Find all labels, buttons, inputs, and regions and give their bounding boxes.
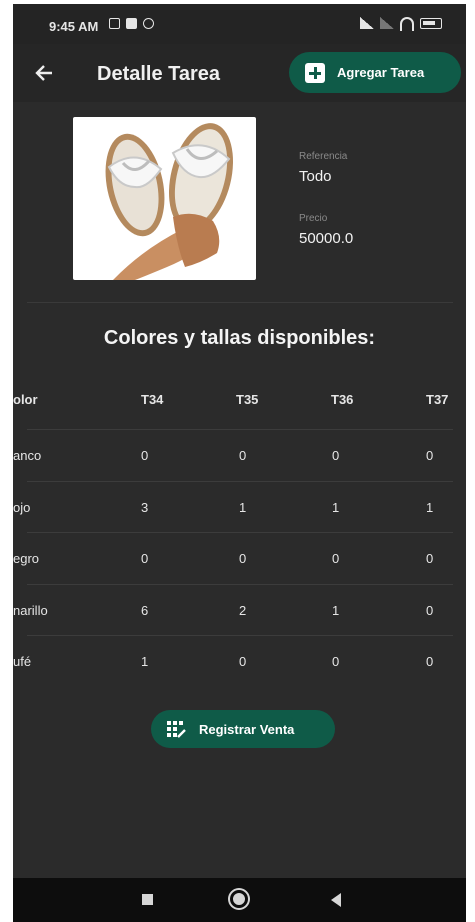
cell-t36: 0 bbox=[332, 448, 340, 463]
cell-t34: 0 bbox=[141, 448, 149, 463]
cell-t34: 0 bbox=[141, 551, 149, 566]
cell-t35: 0 bbox=[239, 654, 247, 669]
table-row: egro 0 0 0 0 bbox=[13, 533, 466, 584]
cell-t36: 1 bbox=[332, 500, 340, 515]
home-icon[interactable] bbox=[230, 890, 248, 908]
cell-t34: 3 bbox=[141, 500, 149, 515]
section-title: Colores y tallas disponibles: bbox=[103, 327, 376, 349]
status-time: 9:45 AM bbox=[49, 19, 99, 34]
alarm-icon bbox=[109, 18, 120, 29]
app-bar: Detalle Tarea Agregar Tarea bbox=[13, 44, 466, 102]
add-box-icon bbox=[305, 62, 325, 83]
reference-value: Todo bbox=[299, 168, 332, 185]
header-t35: T35 bbox=[236, 392, 259, 407]
price-value: 50000.0 bbox=[299, 230, 354, 247]
table-row: ufé 1 0 0 0 bbox=[13, 636, 466, 687]
register-sale-button[interactable]: Registrar Venta bbox=[151, 710, 335, 748]
cell-t37: 0 bbox=[426, 603, 434, 618]
row-color: narillo bbox=[13, 603, 48, 618]
price-label: Precio bbox=[299, 213, 328, 224]
table-row: narillo 6 2 1 0 bbox=[13, 585, 466, 636]
product-image bbox=[73, 117, 256, 280]
cell-t35: 2 bbox=[239, 603, 247, 618]
table-header-row: olor T34 T35 T36 T37 bbox=[13, 374, 466, 425]
system-icons bbox=[360, 17, 442, 31]
header-t37: T37 bbox=[426, 392, 449, 407]
cell-t35: 0 bbox=[239, 448, 247, 463]
row-color: anco bbox=[13, 448, 42, 463]
message-icon bbox=[126, 18, 137, 29]
reference-label: Referencia bbox=[299, 151, 348, 162]
recent-apps-icon[interactable] bbox=[142, 894, 153, 905]
phone-screen: 9:45 AM Detalle Tarea Agregar Tarea Refe… bbox=[13, 4, 466, 922]
header-color: olor bbox=[13, 392, 38, 407]
add-task-label: Agregar Tarea bbox=[337, 65, 425, 80]
wifi-icon bbox=[400, 17, 414, 31]
table-row: anco 0 0 0 0 bbox=[13, 430, 466, 481]
cell-t37: 0 bbox=[426, 551, 434, 566]
back-arrow-icon[interactable] bbox=[29, 58, 59, 88]
signal-icon bbox=[360, 17, 374, 29]
cell-t37: 1 bbox=[426, 500, 434, 515]
battery-icon bbox=[420, 18, 442, 29]
cell-t36: 0 bbox=[332, 551, 340, 566]
header-t34: T34 bbox=[141, 392, 164, 407]
sync-icon bbox=[143, 18, 154, 29]
signal-secondary-icon bbox=[380, 17, 394, 29]
nav-back-icon[interactable] bbox=[331, 893, 341, 907]
cell-t35: 0 bbox=[239, 551, 247, 566]
table-row: ojo 3 1 1 1 bbox=[13, 482, 466, 533]
system-nav-bar bbox=[13, 878, 466, 922]
register-sale-label: Registrar Venta bbox=[199, 721, 295, 737]
cell-t35: 1 bbox=[239, 500, 247, 515]
add-task-button[interactable]: Agregar Tarea bbox=[289, 52, 461, 93]
cell-t34: 6 bbox=[141, 603, 149, 618]
row-color: ojo bbox=[13, 500, 31, 515]
cell-t34: 1 bbox=[141, 654, 149, 669]
row-color: egro bbox=[13, 551, 40, 566]
keypad-icon bbox=[167, 721, 186, 738]
cell-t37: 0 bbox=[426, 448, 434, 463]
page-title: Detalle Tarea bbox=[97, 63, 221, 85]
cell-t37: 0 bbox=[426, 654, 434, 669]
cell-t36: 0 bbox=[332, 654, 340, 669]
cell-t36: 1 bbox=[332, 603, 340, 618]
row-color: ufé bbox=[13, 654, 32, 669]
section-divider bbox=[27, 302, 453, 303]
notification-icons bbox=[109, 18, 154, 29]
status-bar: 9:45 AM bbox=[13, 4, 466, 44]
header-t36: T36 bbox=[331, 392, 354, 407]
